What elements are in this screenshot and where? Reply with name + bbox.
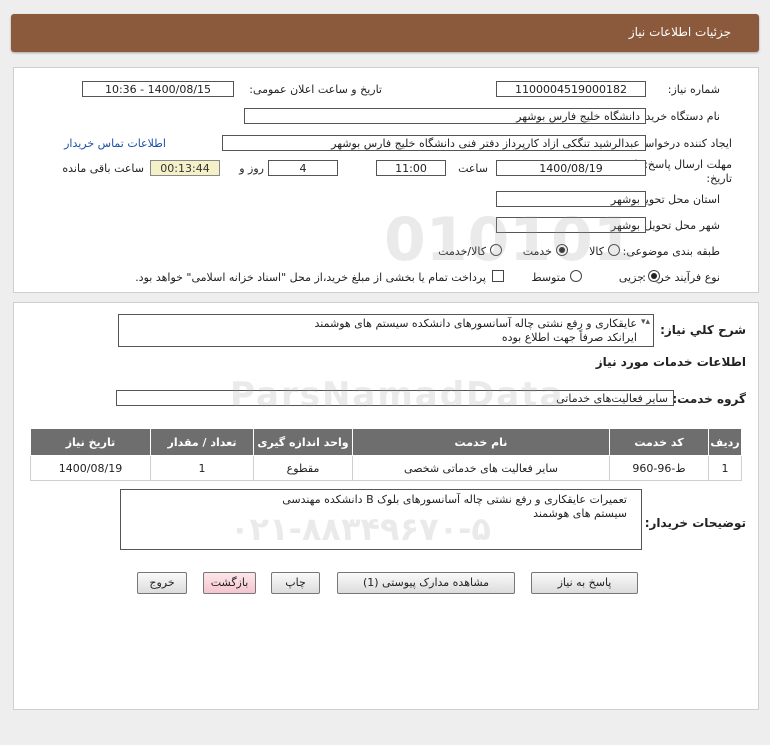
services-table-header: ردیف کد خدمت نام خدمت واحد اندازه گیری ت… (30, 428, 742, 456)
category-label: طبقه بندی موضوعی: (622, 245, 720, 258)
category-option-service: خدمت (522, 245, 552, 258)
col-service-code: کد خدمت (609, 428, 709, 456)
category-radio-goods-service[interactable] (490, 244, 502, 256)
page-title: جزئیات اطلاعات نیاز (628, 25, 731, 39)
process-radio-minor[interactable] (648, 270, 660, 282)
remaining-label: ساعت باقی مانده (62, 162, 144, 175)
col-row: ردیف (708, 428, 742, 456)
buyer-notes-label: توضیحات خریدار: (644, 516, 746, 530)
service-group-label: گروه خدمت: (672, 392, 746, 406)
process-radio-medium[interactable] (570, 270, 582, 282)
services-table: ردیف کد خدمت نام خدمت واحد اندازه گیری ت… (30, 428, 742, 481)
treasury-payment-note: پرداخت تمام یا بخشی از مبلغ خرید،از محل … (135, 271, 486, 284)
exit-button[interactable]: خروج (137, 572, 187, 594)
resize-grip-icon: ▴▾ (640, 317, 650, 327)
buyer-org-label: نام دستگاه خریدار: (633, 110, 720, 123)
services-heading: اطلاعات خدمات مورد نیاز (595, 355, 746, 369)
attachments-button[interactable]: مشاهده مدارک پیوستی (1) (337, 572, 515, 594)
col-unit: واحد اندازه گیری (253, 428, 353, 456)
province-field: بوشهر (496, 191, 646, 207)
summary-label: شرح کلي نياز: (660, 323, 746, 337)
treasury-payment-checkbox[interactable] (492, 270, 504, 282)
province-label: استان محل تحویل: (633, 193, 720, 206)
reply-button[interactable]: پاسخ به نیاز (531, 572, 638, 594)
summary-line-1: عایقکاری و رفع نشتی چاله آسانسورهای دانش… (314, 317, 637, 330)
page-header: جزئیات اطلاعات نیاز (11, 14, 759, 52)
creator-field: عبدالرشید تنگکی ازاد کارپرداز دفتر فنی د… (222, 135, 646, 151)
remaining-timer: 00:13:44 (150, 160, 220, 176)
back-button[interactable]: بازگشت (203, 572, 256, 594)
process-option-medium: متوسط (531, 271, 566, 284)
deadline-date-label: تاریخ: (706, 172, 732, 185)
deadline-date-field: 1400/08/19 (496, 160, 646, 176)
category-option-goods-service: کالا/خدمت (438, 245, 486, 258)
need-details-panel: شرح کلي نياز: عایقکاری و رفع نشتی چاله آ… (13, 302, 759, 710)
col-service-name: نام خدمت (352, 428, 610, 456)
days-field: 4 (268, 160, 338, 176)
city-field: بوشهر (496, 217, 646, 233)
announce-label: تاریخ و ساعت اعلان عمومی: (249, 83, 382, 96)
buyer-org-field: دانشگاه خلیج فارس بوشهر (244, 108, 646, 124)
category-radio-goods[interactable] (608, 244, 620, 256)
service-group-field: سایر فعالیت‌های خدماتی (116, 390, 674, 406)
cell-quantity: 1 (150, 455, 254, 481)
col-quantity: تعداد / مقدار (150, 428, 254, 456)
cell-service-code: ط-96-960 (609, 455, 709, 481)
deadline-time-label: ساعت (458, 162, 488, 175)
need-number-label: شماره نیاز: (667, 83, 720, 96)
summary-line-2: ایرانکد صرفاً جهت اطلاع بوده (501, 331, 637, 344)
cell-row: 1 (708, 455, 742, 481)
buyer-contact-link[interactable]: اطلاعات تماس خریدار (64, 137, 166, 150)
category-option-goods: کالا (589, 245, 604, 258)
deadline-label: مهلت ارسال پاسخ: تا (634, 158, 732, 171)
col-need-date: تاریخ نیاز (30, 428, 151, 456)
days-label: روز و (239, 162, 264, 175)
announce-field: 1400/08/15 - 10:36 (82, 81, 234, 97)
cell-service-name: سایر فعالیت های خدماتی شخصی (352, 455, 610, 481)
buyer-notes-textarea: تعمیرات عایقکاری و رفع نشتی چاله آسانسور… (120, 489, 642, 550)
table-row: 1 ط-96-960 سایر فعالیت های خدماتی شخصی م… (30, 455, 742, 481)
print-button[interactable]: چاپ (271, 572, 320, 594)
need-info-panel: شماره نیاز: 1100004519000182 تاریخ و ساع… (13, 67, 759, 293)
summary-textarea: عایقکاری و رفع نشتی چاله آسانسورهای دانش… (118, 314, 654, 347)
deadline-time-field: 11:00 (376, 160, 446, 176)
process-option-minor: جزیی (618, 271, 644, 284)
city-label: شهر محل تحویل: (640, 219, 720, 232)
cell-need-date: 1400/08/19 (30, 455, 151, 481)
category-radio-service[interactable] (556, 244, 568, 256)
need-number-field: 1100004519000182 (496, 81, 646, 97)
cell-unit: مقطوع (253, 455, 353, 481)
